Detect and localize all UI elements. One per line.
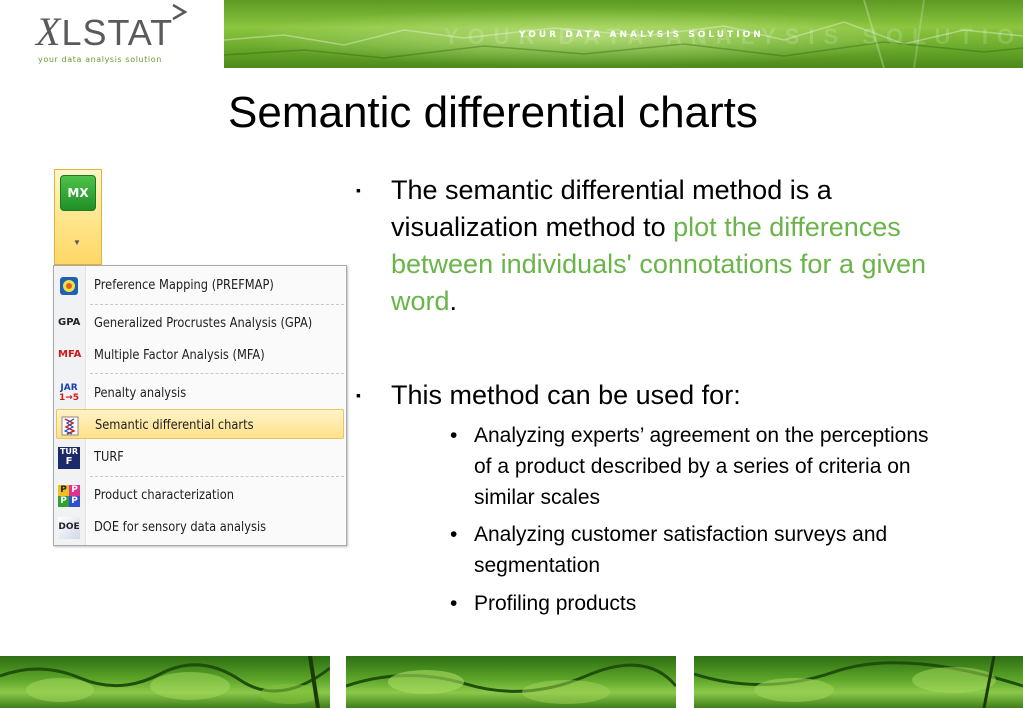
menu-item-label: Preference Mapping (PREFMAP) (94, 278, 274, 293)
sub-bullet: • Profiling products (450, 588, 950, 619)
chevron-down-icon[interactable]: ▼ (73, 238, 81, 247)
turf-icon: TUR F (58, 447, 80, 469)
bullet-marker: • (450, 592, 458, 615)
xlstat-logo: XLSTAT your data analysis solution (0, 0, 222, 68)
menu-item-label: Penalty analysis (94, 386, 187, 401)
bullet-marker: • (450, 424, 458, 447)
product-characterization-icon: P P P P (58, 485, 80, 507)
bullet-main: ▪ The semantic differential method is a … (356, 172, 936, 322)
sensory-dropdown-menu: Preference Mapping (PREFMAP) GPA General… (53, 265, 347, 546)
foliage-image-left (0, 656, 330, 708)
menu-item-label: Semantic differential charts (95, 418, 254, 433)
logo-wordmark: XLSTAT (36, 9, 174, 54)
header-banner: YOUR DATA ANALYSIS SOLUTION YOUR DATA AN… (224, 0, 1023, 68)
menu-item-label: DOE for sensory data analysis (94, 520, 267, 535)
menu-item-product-characterization[interactable]: P P P P Product characterization (56, 480, 344, 510)
menu-item-turf[interactable]: TUR F TURF (56, 442, 344, 472)
semantic-chart-icon (61, 416, 79, 436)
bullet-marker: ▪ (356, 182, 361, 198)
menu-item-mfa[interactable]: MFA Multiple Factor Analysis (MFA) (56, 340, 344, 370)
sub-bullet: • Analyzing experts’ agreement on the pe… (450, 420, 950, 513)
bullet-marker: ▪ (356, 387, 361, 403)
logo-chevron-icon (172, 3, 188, 21)
prefmap-icon (60, 277, 78, 295)
menu-item-gpa[interactable]: GPA Generalized Procrustes Analysis (GPA… (56, 308, 344, 338)
banner-slogan: YOUR DATA ANALYSIS SOLUTION (519, 30, 764, 40)
menu-item-doe-sensory[interactable]: DOE DOE for sensory data analysis (56, 512, 344, 542)
bullet-main: ▪ This method can be used for: (356, 377, 936, 417)
foliage-image-right (694, 656, 1023, 708)
sub-bullet: • Analyzing customer satisfaction survey… (450, 519, 950, 581)
menu-item-label: Product characterization (94, 488, 234, 503)
jar-icon: JAR 1→5 (58, 383, 80, 403)
menu-item-prefmap[interactable]: Preference Mapping (PREFMAP) (56, 270, 344, 300)
menu-item-label: TURF (94, 450, 124, 465)
menu-item-label: Generalized Procrustes Analysis (GPA) (94, 316, 313, 331)
menu-item-penalty[interactable]: JAR 1→5 Penalty analysis (56, 378, 344, 408)
mfa-icon: MFA (58, 349, 82, 360)
menu-item-label: Multiple Factor Analysis (MFA) (94, 348, 265, 363)
mx-ribbon-button[interactable]: MX ▼ (54, 169, 102, 265)
doe-icon: DOE (58, 517, 80, 539)
gpa-icon: GPA (58, 317, 81, 328)
logo-tagline: your data analysis solution (38, 55, 162, 64)
menu-item-semantic-differential[interactable]: Semantic differential charts (56, 409, 344, 439)
mx-icon: MX (60, 175, 96, 211)
foliage-image-center (346, 656, 676, 708)
bullet-marker: • (450, 523, 458, 546)
slide-title: Semantic differential charts (228, 88, 758, 137)
